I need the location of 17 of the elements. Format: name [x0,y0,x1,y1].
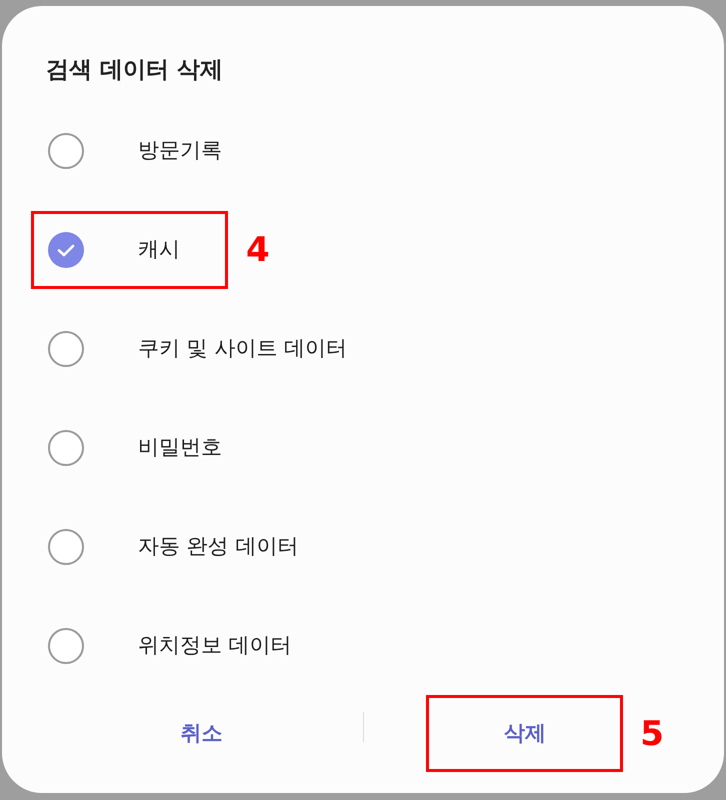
checkbox[interactable] [48,132,84,168]
checkbox[interactable] [48,430,84,466]
option-label: 쿠키 및 사이트 데이터 [138,336,348,362]
option-label: 비밀번호 [138,434,222,460]
dialog-button[interactable]: 삭제 [429,698,620,769]
checkbox[interactable] [48,528,84,564]
callout-number: 4 [246,232,270,266]
dialog-button[interactable]: 취소 [106,698,297,769]
option-label: 자동 완성 데이터 [138,534,298,560]
option-label: 방문기록 [138,138,222,164]
dialog-title: 검색 데이터 삭제 [45,56,224,85]
option-label: 위치정보 데이터 [138,632,292,658]
checkbox[interactable] [48,330,84,366]
callout-number: 5 [640,716,664,750]
checkbox[interactable] [48,232,84,268]
option-label: 캐시 [138,236,180,262]
checkbox[interactable] [48,628,84,664]
